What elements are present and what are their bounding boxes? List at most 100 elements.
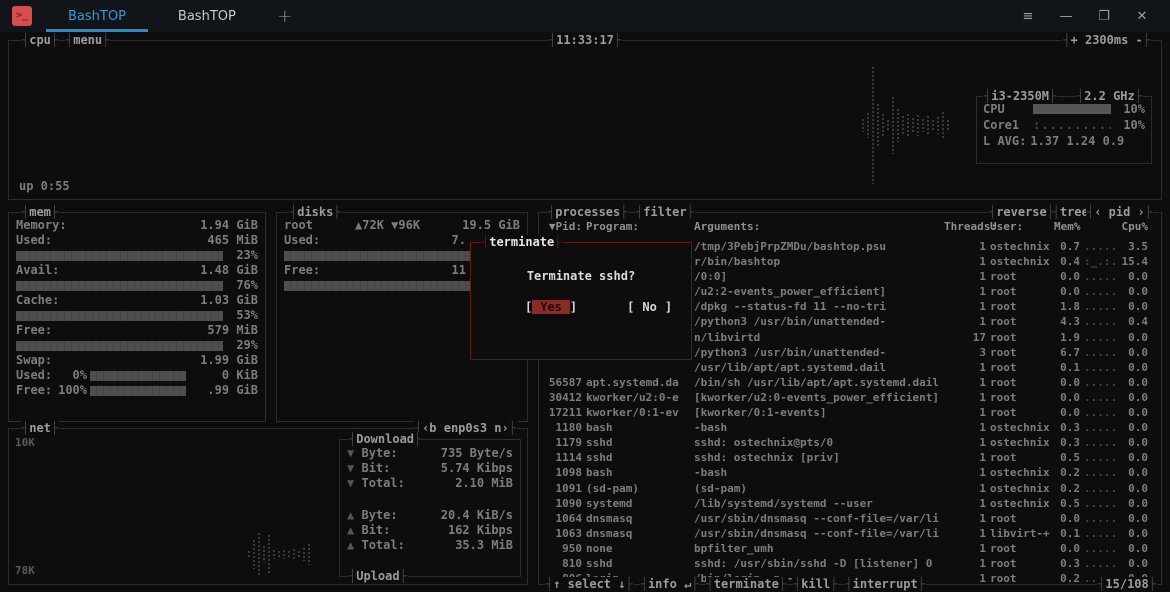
cpu-frequency-label: 2.2 GHz	[1075, 89, 1143, 104]
no-button[interactable]: [No]	[627, 300, 672, 315]
mem-panel: mem Memory: 1.94 GiB Used: 465 MiB 23% Ava…	[8, 205, 266, 422]
swap-total-value: 1.99 GiB	[200, 353, 258, 367]
mem-used-value: 465 MiB	[207, 233, 258, 247]
mem-free-percent: 29%	[236, 338, 258, 352]
mem-cache-label: Cache:	[16, 293, 60, 307]
update-interval-control[interactable]: + 2300ms -	[1062, 33, 1151, 48]
swap-free-meter	[90, 385, 186, 396]
mem-avail-label: Avail:	[16, 263, 60, 277]
no-bracket-right: ]	[664, 300, 673, 314]
process-user: root	[990, 406, 1017, 420]
uptime: up 0:55	[19, 179, 70, 193]
process-row[interactable]: 810 sshd sshd: /usr/sbin/sshd -D [listen…	[539, 556, 1159, 571]
col-header-program[interactable]: Program:	[586, 219, 690, 234]
cpu-panel-title: cpu	[21, 33, 60, 48]
process-row[interactable]: 1063 dnsmasq /usr/sbin/dnsmasq --conf-fi…	[539, 526, 1159, 541]
process-pid: 810	[562, 556, 582, 570]
process-row[interactable]: 1179 sshd sshd: ostechnix@pts/0 1 ostech…	[539, 435, 1159, 450]
process-row[interactable]: 1090 systemd /lib/systemd/systemd --user…	[539, 496, 1159, 511]
process-row[interactable]: 1091 (sd-pam) (sd-pam) 1 ostechnix 0.2 .…	[539, 481, 1159, 496]
sort-column-selector[interactable]: ‹ pid ›	[1085, 205, 1153, 220]
process-row[interactable]: 17211 kworker/0:1-ev [kworker/0:1-events…	[539, 405, 1159, 420]
process-cpu-sparkline: .....	[1084, 330, 1118, 344]
swap-used-meter	[90, 370, 186, 381]
upload-bit-value: 162 Kibps	[447, 523, 513, 537]
process-threads: 3	[979, 345, 986, 359]
tab-bashtop-2[interactable]: BashTOP	[152, 0, 262, 32]
process-threads: 1	[979, 451, 986, 465]
process-cpu-sparkline: .....	[1084, 270, 1118, 284]
mem-total-value: 1.94 GiB	[200, 218, 258, 232]
process-row[interactable]: 30412 kworker/u2:0-e [kworker/u2:0-event…	[539, 390, 1159, 405]
filter-button[interactable]: filter	[635, 205, 695, 220]
process-cpu-sparkline: .....	[1084, 240, 1118, 253]
yes-button[interactable]: [Yes]	[525, 300, 577, 315]
process-threads: 1	[979, 421, 986, 435]
swap-used-value: 0 KiB	[221, 368, 258, 382]
process-row[interactable]: 1114 sshd sshd: ostechnix [priv] 1 root …	[539, 450, 1159, 465]
process-cpu-sparkline: .....	[1084, 526, 1118, 540]
minimize-icon[interactable]: —	[1052, 9, 1080, 24]
process-row[interactable]: 950 none bpfilter_umh 1 root 0.0 ..... 0…	[539, 541, 1159, 556]
process-mem: 0.0	[1060, 390, 1080, 404]
download-title: Download	[348, 432, 423, 447]
net-scale-top: 10K	[15, 436, 35, 449]
upload-bit-label: Bit:	[361, 523, 391, 537]
net-panel: net ‹b enp0s3 n› 10K 78K Download ▼ Byte…	[8, 421, 528, 585]
disk-used-value: 7.	[451, 233, 466, 247]
process-arguments: /python3 /usr/bin/unattended-	[694, 315, 887, 329]
sort-reverse-button[interactable]: reverse	[987, 205, 1055, 220]
process-row[interactable]: 1098 bash -bash 1 ostechnix 0.2 ..... 0.…	[539, 465, 1159, 480]
new-tab-button[interactable]: +	[262, 0, 308, 32]
process-user: ostechnix	[990, 240, 1050, 253]
process-row[interactable]: /usr/lib/apt/apt.systemd.dail 1 root 0.1…	[539, 360, 1159, 375]
process-cpu-sparkline: .....	[1084, 541, 1118, 555]
process-cpu: 0.0	[1128, 451, 1148, 465]
info-button[interactable]: info ↵	[639, 577, 700, 592]
interrupt-button[interactable]: interrupt	[844, 577, 926, 592]
download-byte-label: Byte:	[361, 446, 398, 460]
process-cpu: 0.0	[1128, 436, 1148, 450]
disk-size: 19.5 GiB	[462, 218, 520, 232]
process-pid: 17211	[548, 406, 582, 420]
process-cpu: 0.0	[1128, 526, 1148, 540]
select-buttons[interactable]: ↑ select ↓	[545, 577, 634, 592]
col-header-pid[interactable]: ▼Pid:	[544, 219, 582, 234]
net-device-switch[interactable]: ‹b enp0s3 n›	[413, 421, 517, 436]
mem-total-label: Memory:	[16, 218, 67, 232]
down-arrow-icon: ▼	[347, 476, 355, 490]
swap-used-label: Used:	[16, 368, 53, 382]
process-row[interactable]: 1064 dnsmasq /usr/sbin/dnsmasq --conf-fi…	[539, 511, 1159, 526]
process-cpu: 0.0	[1128, 270, 1148, 284]
process-program: kworker/u2:0-e	[586, 390, 679, 404]
tab-bashtop-1[interactable]: BashTOP	[42, 0, 152, 32]
process-pid: 1090	[555, 496, 583, 510]
process-row[interactable]: 1180 bash -bash 1 ostechnix 0.3 ..... 0.…	[539, 420, 1159, 435]
disk-io-write: ▼96K	[391, 218, 421, 232]
process-program: sshd	[586, 436, 613, 450]
process-cpu: 0.4	[1128, 315, 1148, 329]
mem-avail-meter	[16, 280, 223, 291]
process-cpu-sparkline: .....	[1084, 406, 1118, 420]
process-user: root	[990, 330, 1017, 344]
process-cpu: 0.0	[1128, 556, 1148, 570]
process-cpu: 0.0	[1128, 406, 1148, 420]
process-threads: 1	[979, 481, 986, 495]
process-pid: 1091	[555, 481, 583, 495]
process-user: root	[990, 451, 1017, 465]
terminate-button[interactable]: terminate	[705, 577, 788, 592]
process-arguments: /lib/systemd/systemd --user	[694, 496, 873, 510]
process-arguments: /usr/lib/apt/apt.systemd.dail	[694, 360, 887, 374]
process-row[interactable]: 56587 apt.systemd.da /bin/sh /usr/lib/ap…	[539, 375, 1159, 390]
maximize-icon[interactable]: ❐	[1090, 9, 1118, 24]
kill-button[interactable]: kill	[793, 577, 839, 592]
hamburger-menu-icon[interactable]: ≡	[1014, 9, 1042, 24]
process-threads: 1	[979, 466, 986, 480]
mem-cache-percent: 53%	[236, 308, 258, 322]
close-icon[interactable]: ✕	[1128, 9, 1156, 24]
process-cpu: 0.0	[1128, 481, 1148, 495]
menu-button[interactable]: menu	[65, 33, 111, 48]
bashtop-screen: cpu menu 11:33:17 + 2300ms - i3-2350M 2.…	[0, 32, 1170, 592]
process-user: root	[990, 541, 1017, 555]
terminate-dialog: terminate Terminate sshd? [Yes] [No]	[470, 235, 692, 360]
